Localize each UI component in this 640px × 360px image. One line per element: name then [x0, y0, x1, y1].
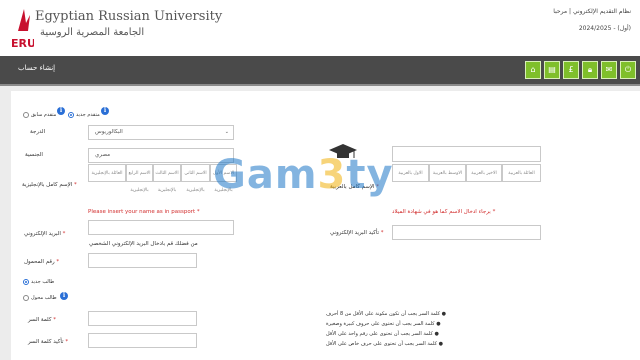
confirm-email-label: * تأكيد البريد الإلكتروني — [330, 230, 384, 236]
new-student-radio[interactable] — [23, 279, 29, 285]
transfer-student-label: طالب محول — [31, 295, 57, 301]
new-applicant-label: متقدم جديد — [76, 112, 100, 118]
academic-year: (أول) - 2024/2025 — [578, 25, 631, 32]
degree-label: الدرجة — [30, 129, 46, 135]
email-hint: من فضلك قم بادخال البريد الإلكتروني الشخ… — [89, 241, 198, 247]
arabic-name-error: * برجاء ادخال الاسم كما هو في شهادة المي… — [392, 209, 496, 215]
password-input[interactable] — [88, 311, 197, 326]
nav-icon-bar: ⌂ ▤ £ 🔒︎ ✉ ⏻ — [525, 61, 636, 79]
english-name-error: Please insert your name as in passport * — [88, 209, 200, 215]
logo-text: ERU — [11, 37, 34, 49]
new-student-label: طالب جديد — [31, 279, 55, 285]
university-name-ar: الجامعة المصرية الروسية — [40, 27, 145, 38]
degree-select[interactable]: البكالوريوس ⌄ — [88, 125, 234, 140]
english-name-cell[interactable]: الاسم الثالث بالإنجليزية — [153, 164, 181, 193]
logo-icon: ERU — [11, 9, 34, 49]
confirm-password-input[interactable] — [88, 333, 197, 348]
header: ERU Egyptian Russian University الجامعة … — [0, 0, 640, 56]
email-input[interactable] — [88, 220, 234, 235]
page-title: إنشاء حساب — [18, 64, 56, 72]
national-id-input[interactable] — [392, 146, 541, 162]
mobile-label: * رقم المحمول — [24, 259, 60, 265]
info-icon[interactable]: i — [57, 107, 65, 115]
info-icon[interactable]: i — [101, 107, 109, 115]
password-rule: ● كلمة السر يجب أن تحتوى على حرف خاص على… — [326, 341, 443, 347]
password-label: * كلمة السر — [28, 317, 56, 323]
chevron-down-icon: ⌄ — [224, 129, 229, 135]
confirm-email-input[interactable] — [392, 225, 541, 240]
mobile-input[interactable] — [88, 253, 197, 268]
previous-applicant-radio[interactable] — [23, 112, 29, 118]
english-name-label: * الإسم كامل بالإنجليزية — [22, 182, 77, 188]
password-rule: ● كلمة السر يجب أن تحتوى على حروف كبيرة … — [326, 321, 441, 327]
english-name-cell[interactable]: الاسم الرابع بالإنجليزية — [126, 164, 153, 193]
money-icon[interactable]: £ — [563, 61, 579, 79]
power-icon[interactable]: ⏻ — [620, 61, 636, 79]
password-rule: ● كلمة السر يجب أن تكون مكونة على الأقل … — [326, 311, 446, 317]
english-name-cell[interactable]: الاسم الثاني بالإنجليزية — [181, 164, 210, 193]
confirm-password-label: * تأكيد كلمة السر — [28, 339, 69, 345]
degree-value: البكالوريوس — [95, 129, 123, 135]
nationality-label: الجنسية — [25, 152, 43, 158]
transfer-student-radio[interactable] — [23, 295, 29, 301]
navbar: إنشاء حساب ⌂ ▤ £ 🔒︎ ✉ ⏻ — [0, 56, 640, 86]
document-icon[interactable]: ▤ — [544, 61, 560, 79]
home-icon[interactable]: ⌂ — [525, 61, 541, 79]
new-applicant-radio[interactable] — [68, 112, 74, 118]
arabic-name-cell[interactable]: الاخير بالعربية — [466, 164, 502, 182]
mail-icon[interactable]: ✉ — [601, 61, 617, 79]
english-name-cell[interactable]: العائلة بالإنجليزية — [88, 164, 126, 182]
nationality-value: مصري — [95, 152, 111, 158]
system-welcome: نظام التقديم الإلكتروني | مرحبا — [553, 8, 631, 15]
arabic-name-cell[interactable]: العائلة بالعربية — [502, 164, 541, 182]
previous-applicant-label: متقدم سابق — [31, 112, 57, 118]
arabic-name-cell[interactable]: الاوسط بالعربية — [429, 164, 466, 182]
email-label: * البريد الإلكتروني — [24, 231, 66, 237]
lock-icon[interactable]: 🔒︎ — [582, 61, 598, 79]
university-name-en: Egyptian Russian University — [35, 9, 223, 24]
info-icon[interactable]: i — [60, 292, 68, 300]
arabic-name-cell[interactable]: الاول بالعربية — [392, 164, 429, 182]
password-rule: ● كلمة السر يجب أن تحتوى على رقم واحد عل… — [326, 331, 439, 337]
watermark-logo: Gam3ty — [213, 152, 394, 198]
